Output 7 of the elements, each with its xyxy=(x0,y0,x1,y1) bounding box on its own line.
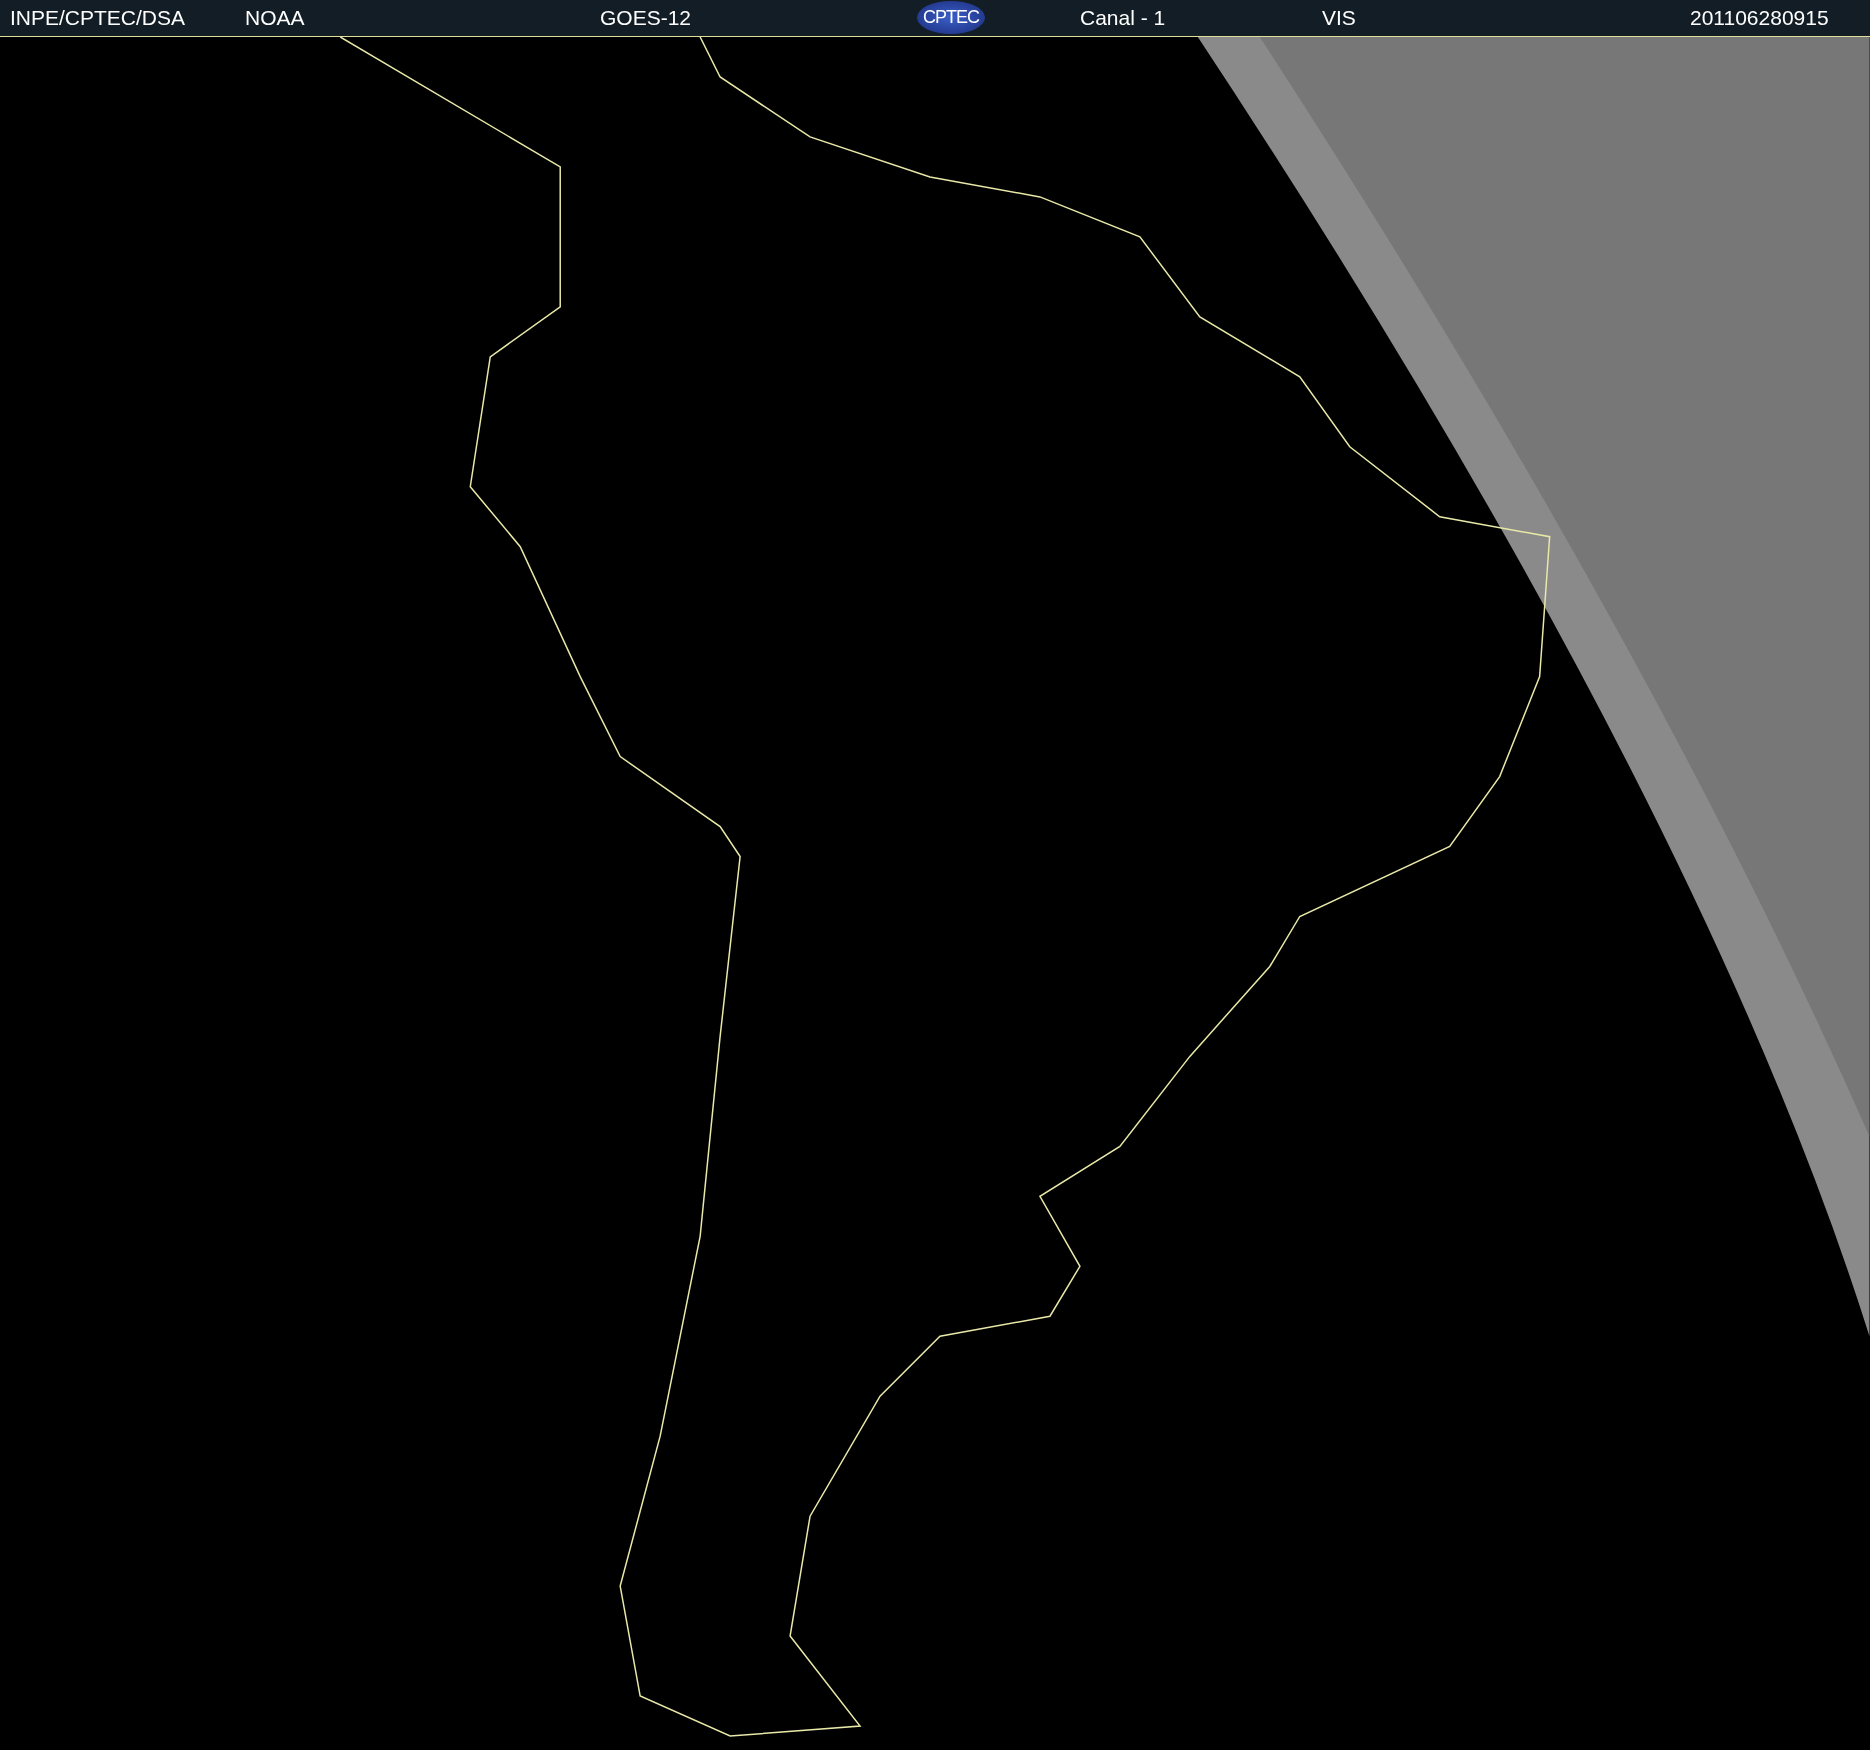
logo: CPTEC xyxy=(917,1,985,34)
header-label: INPE/CPTEC/DSA xyxy=(10,5,186,31)
header-label: Canal - 1 xyxy=(1080,5,1166,31)
header-label: NOAA xyxy=(245,5,305,31)
header-label: GOES-12 xyxy=(600,5,692,31)
header-label: VIS xyxy=(1322,5,1356,31)
header-label: 201106280915 xyxy=(1690,5,1829,31)
